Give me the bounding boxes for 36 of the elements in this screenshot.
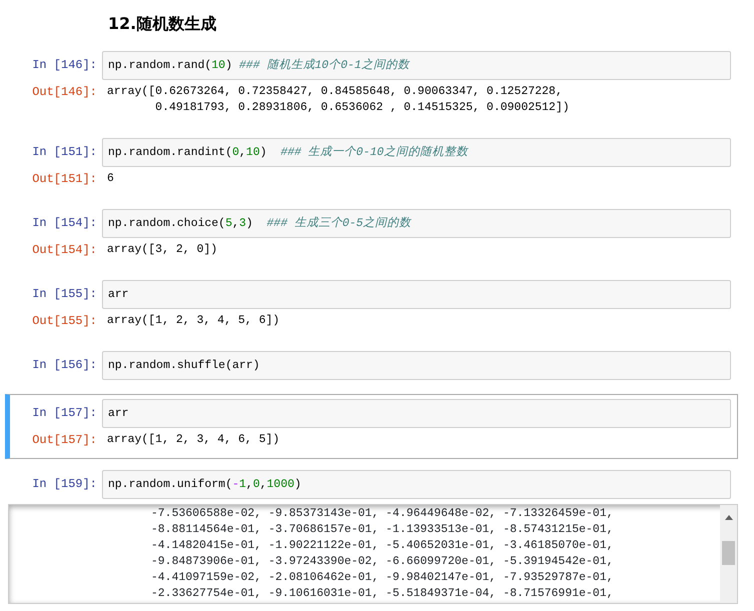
scrollbar[interactable]: [720, 505, 737, 603]
output-prompt: Out[157]:: [31, 432, 98, 449]
code-input[interactable]: np.random.rand(10) ### 随机生成10个0-1之间的数: [102, 51, 731, 80]
notebook-cell[interactable]: In [155]: arr Out[155]: array([1, 2, 3, 4, 5, 6]): [5, 275, 738, 340]
input-prompt: In [155]:: [31, 286, 98, 303]
output-text: -7.53606588e-02, -9.85373143e-01, -4.96449648e-02, -7.13326459e-01, -8.88114564e-01, -3.70686157e-01, -1.13933513e-01, -8.57431215e-01, -4.14820415e-01, -1.90221122e-01, -5.40652031e-01, -3.46185070e-01, -9.84873906e-01, -3.97243390e-02, -6.66099720e-01, -5.39194542e-01, -4.41097159e-02, -2.08106462e-01, -9.98402147e-01, -7.93529787e-01, -2.33627754e-01, -9.10616031e-01, -5.51849371e-04, -8.71576991e-01,: [150, 506, 614, 602]
code-input[interactable]: np.random.randint(0,10) ### 生成一个0-10之间的随机整数: [102, 138, 731, 167]
code-input[interactable]: arr: [102, 280, 731, 309]
output-prompt: Out[154]:: [31, 242, 98, 259]
output-prompt: Out[155]:: [31, 313, 98, 330]
notebook-cell[interactable]: In [146]: np.random.rand(10) ### 随机生成10个0-1之间的数 Out[146]: array([0.62673264, 0.72358427, 0.84585648, 0.90063347, 0.12527228, 0.49181793, 0.28931806, 0.6536062 , 0.14515325, 0.09002512]): [5, 46, 738, 127]
code-input[interactable]: arr: [102, 399, 731, 428]
code-input[interactable]: np.random.choice(5,3) ### 生成三个0-5之间的数: [102, 209, 731, 238]
input-prompt: In [146]:: [31, 57, 98, 74]
code-input[interactable]: np.random.uniform(-1,0,1000): [102, 470, 731, 499]
input-prompt: In [151]:: [31, 144, 98, 161]
output-prompt: Out[146]:: [31, 84, 98, 101]
input-prompt: In [154]:: [31, 215, 98, 232]
notebook-cell[interactable]: In [159]: np.random.uniform(-1,0,1000): [5, 465, 738, 504]
notebook-cell[interactable]: In [154]: np.random.choice(5,3) ### 生成三个0-5之间的数 Out[154]: array([3, 2, 0]): [5, 204, 738, 269]
output-prompt: Out[151]:: [31, 171, 98, 188]
scrollbar-thumb[interactable]: [722, 541, 735, 565]
input-prompt: In [156]:: [31, 357, 98, 374]
scroll-up-icon[interactable]: [724, 515, 732, 520]
notebook-cell[interactable]: In [157]: arr Out[157]: array([1, 2, 3, 4, 6, 5]): [5, 394, 738, 459]
output-text: 6: [106, 171, 115, 187]
notebook-cell[interactable]: In [156]: np.random.shuffle(arr): [5, 346, 738, 388]
input-prompt: In [157]:: [31, 405, 98, 422]
output-text: array([3, 2, 0]): [106, 242, 218, 258]
output-text: array([1, 2, 3, 4, 5, 6]): [106, 313, 281, 329]
output-text: array([0.62673264, 0.72358427, 0.84585648, 0.90063347, 0.12527228, 0.49181793, 0.28931806, 0.6536062 , 0.14515325, 0.09002512]): [106, 84, 570, 116]
output-text: array([1, 2, 3, 4, 6, 5]): [106, 432, 281, 448]
input-prompt: In [159]:: [31, 476, 98, 493]
section-heading: 12.随机数生成: [108, 13, 218, 35]
code-input[interactable]: np.random.shuffle(arr): [102, 351, 731, 380]
notebook-cell[interactable]: In [151]: np.random.randint(0,10) ### 生成一个0-10之间的随机整数 Out[151]: 6: [5, 133, 738, 198]
